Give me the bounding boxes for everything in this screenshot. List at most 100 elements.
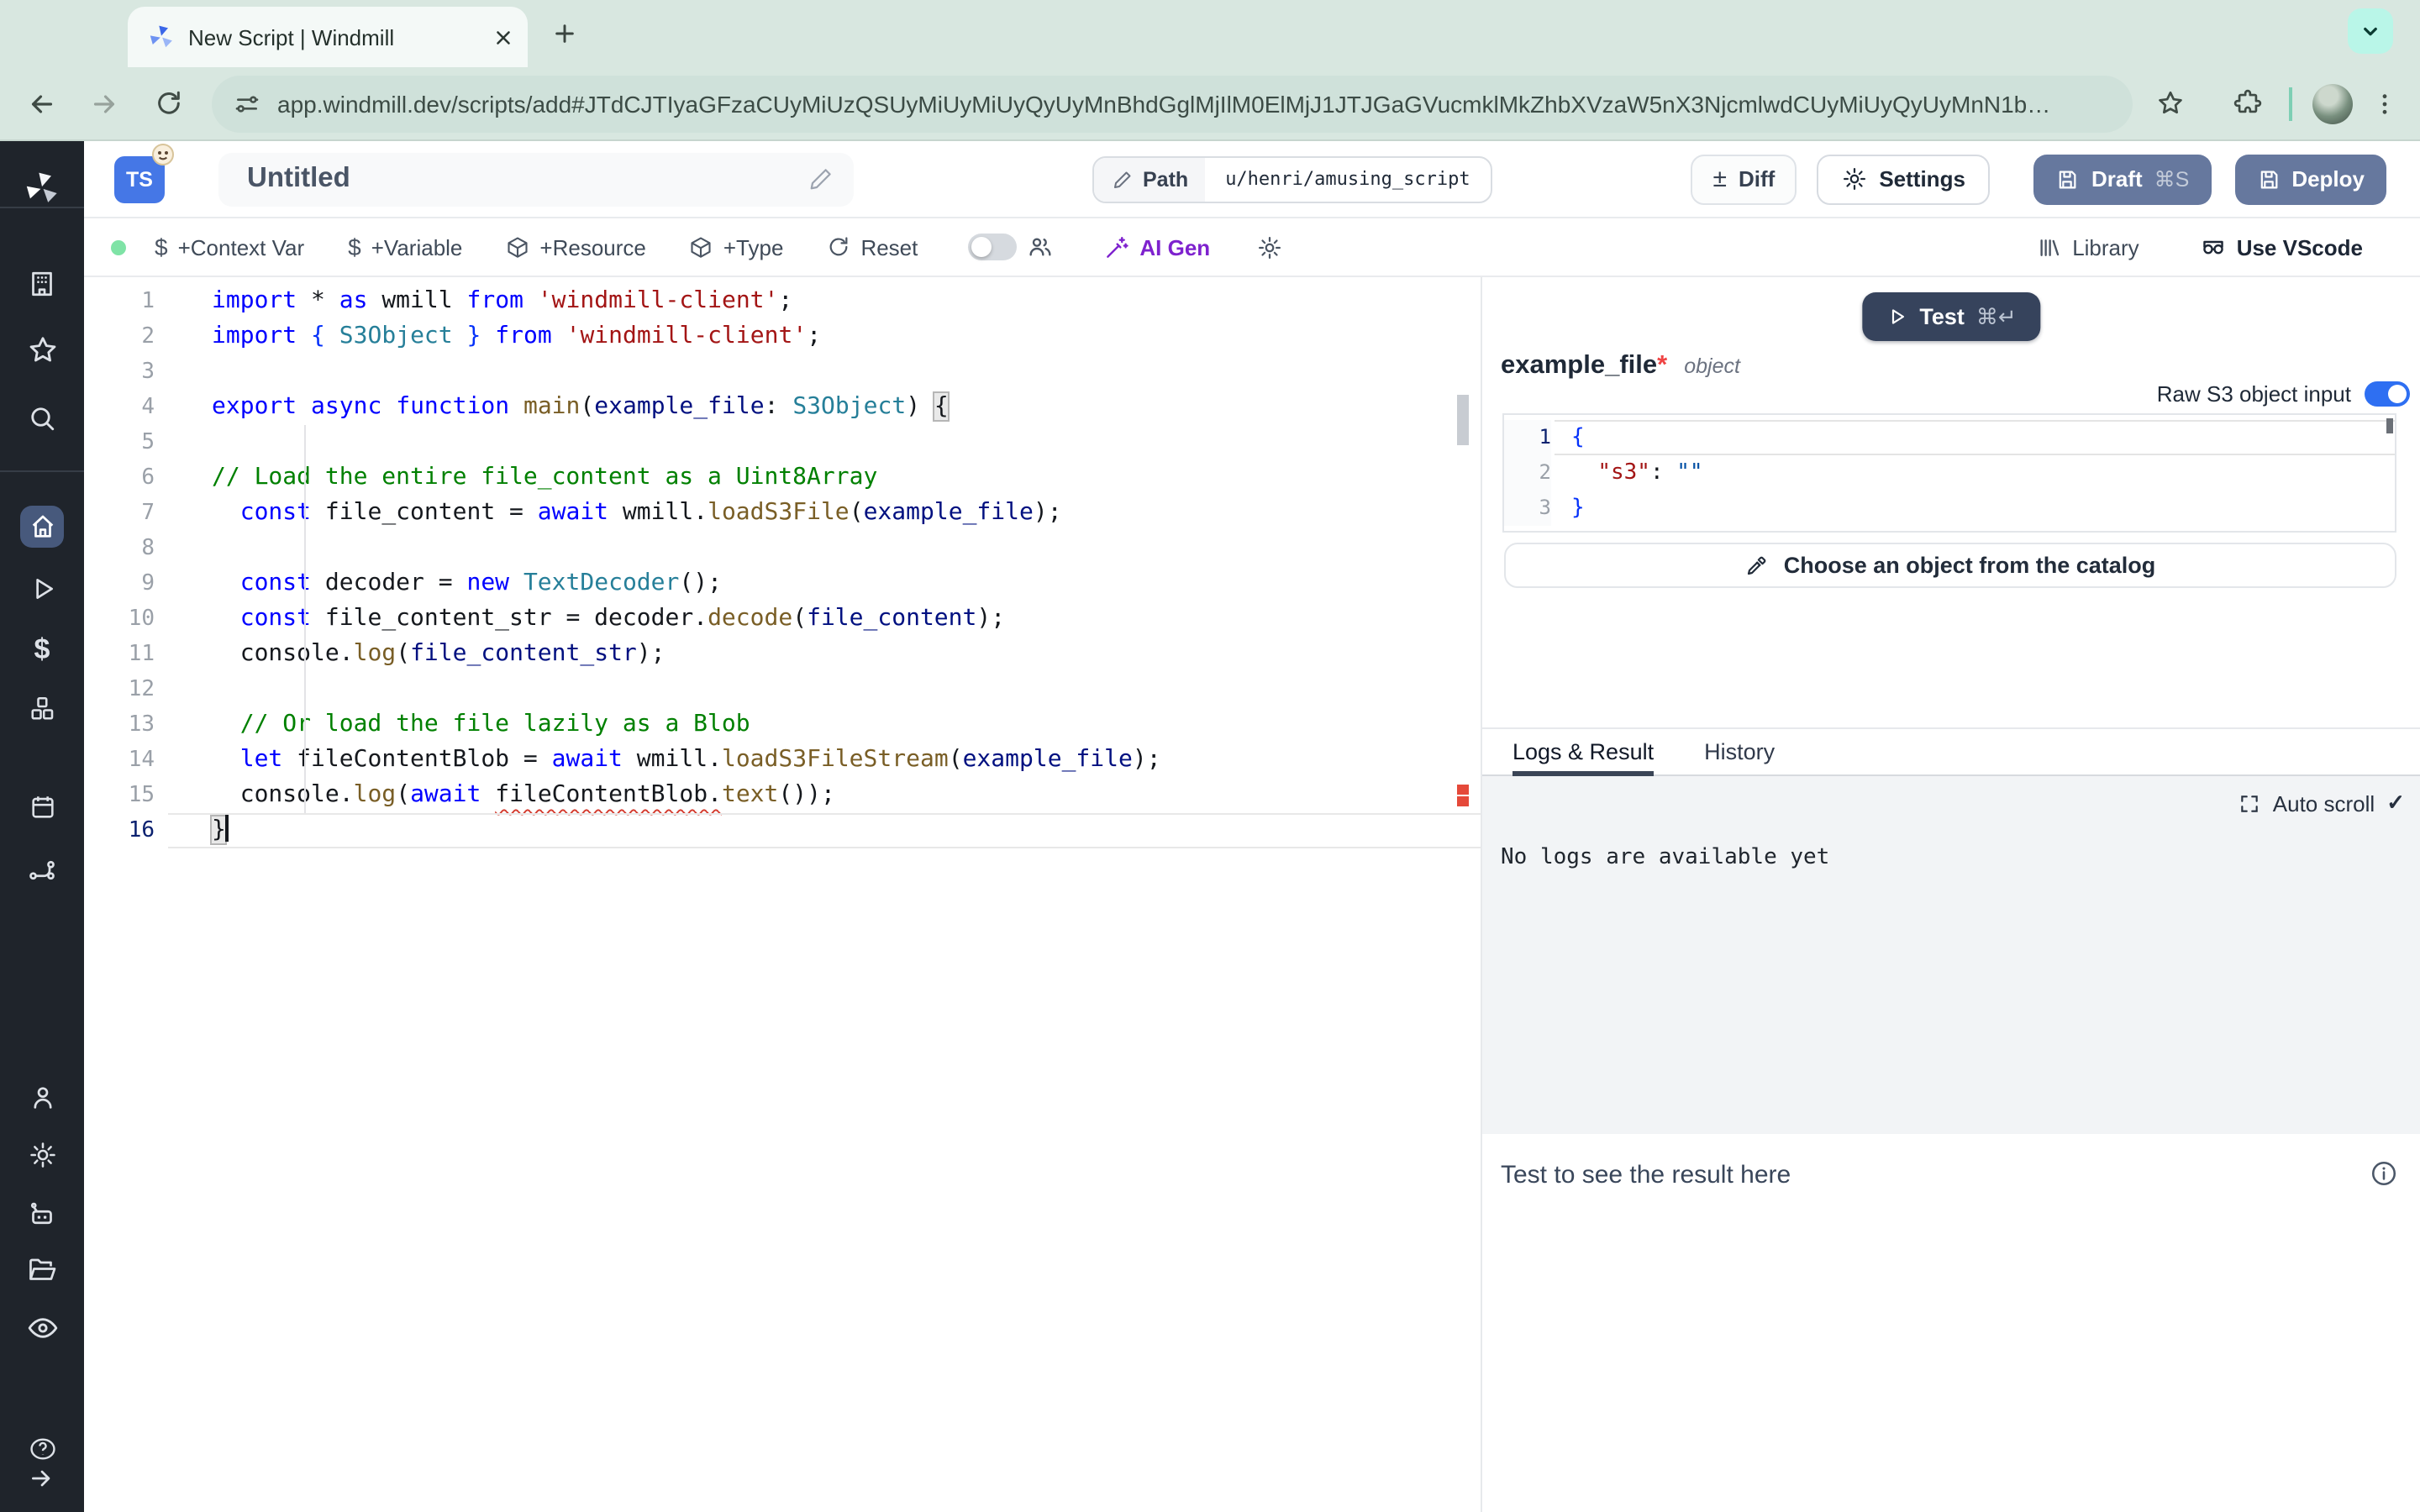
add-context-var-button[interactable]: $ +Context Var	[155, 234, 304, 260]
url-toolbar: app.windmill.dev/scripts/add#JTdCJTIyaGF…	[0, 67, 2420, 139]
ai-gen-button[interactable]: AI Gen	[1104, 234, 1210, 260]
sidebar-item-users[interactable]	[0, 1084, 84, 1112]
code-line[interactable]: 2 "s3": ""	[1504, 455, 2395, 491]
search-icon	[27, 403, 57, 433]
test-button[interactable]: Test ⌘↵	[1862, 292, 2039, 341]
sidebar-item-search[interactable]	[0, 403, 84, 433]
emoji-badge-icon	[151, 142, 175, 165]
multiplayer-toggle[interactable]	[968, 234, 1054, 260]
code-line[interactable]: 13 // Or load the file lazily as a Blob	[84, 707, 1481, 743]
choose-object-button[interactable]: Choose an object from the catalog	[1504, 543, 2396, 588]
add-variable-button[interactable]: $ +Variable	[348, 234, 462, 260]
sidebar-item-folders[interactable]	[0, 1255, 84, 1285]
close-tab-icon[interactable]	[492, 26, 514, 48]
add-resource-button[interactable]: +Resource	[506, 234, 645, 260]
sidebar-item-resources[interactable]	[0, 694, 84, 724]
sidebar-item-favorites[interactable]	[0, 334, 84, 366]
code-line[interactable]: 11 console.log(file_content_str);	[84, 637, 1481, 672]
code-line[interactable]: 16}	[84, 813, 1481, 848]
code-line[interactable]: 3	[84, 354, 1481, 390]
reload-icon[interactable]	[155, 89, 183, 118]
code-line[interactable]: 1{	[1504, 420, 2395, 455]
sidebar-item-runs[interactable]	[0, 575, 84, 603]
site-info-icon[interactable]	[234, 90, 260, 117]
forward-icon[interactable]	[89, 88, 119, 118]
sidebar-item-audit-logs[interactable]	[0, 1312, 84, 1344]
extensions-puzzle-icon[interactable]	[2233, 89, 2262, 118]
raw-s3-toggle-on[interactable]	[2365, 381, 2410, 407]
package-icon	[690, 235, 713, 259]
code-line[interactable]: 7 const file_content = await wmill.loadS…	[84, 496, 1481, 531]
calendar-icon	[28, 793, 56, 822]
sidebar-item-variables[interactable]: $	[0, 633, 84, 667]
sidebar-item-workspace[interactable]	[0, 269, 84, 299]
code-line[interactable]: 5	[84, 425, 1481, 460]
draft-button[interactable]: Draft ⌘S	[2034, 154, 2211, 204]
sidebar-item-schedules[interactable]	[0, 793, 84, 822]
line-number: 16	[84, 813, 155, 848]
star-icon	[26, 334, 58, 366]
bookmark-star-icon[interactable]	[2156, 89, 2185, 118]
line-number: 2	[1504, 455, 1551, 491]
tab-history[interactable]: History	[1704, 729, 1775, 774]
args-section: Test ⌘↵ example_file * object Raw S3 obj…	[1482, 277, 2420, 727]
line-number: 13	[84, 707, 155, 743]
code-line[interactable]: 15 console.log(await fileContentBlob.tex…	[84, 778, 1481, 813]
windmill-logo[interactable]	[0, 170, 84, 207]
line-number: 8	[84, 531, 155, 566]
diff-button[interactable]: ± Diff	[1691, 154, 1797, 204]
sidebar-item-settings[interactable]	[0, 1141, 84, 1169]
browser-tab[interactable]: New Script | Windmill	[128, 7, 528, 67]
back-icon[interactable]	[27, 88, 57, 118]
code-line[interactable]: 6// Load the entire file_content as a Ui…	[84, 460, 1481, 496]
gear-icon	[1257, 234, 1282, 260]
code-line[interactable]: 4export async function main(example_file…	[84, 390, 1481, 425]
sidebar-item-flows[interactable]	[0, 855, 84, 885]
code-line[interactable]: 3}	[1504, 491, 2395, 526]
settings-button[interactable]: Settings	[1817, 154, 1991, 204]
library-button[interactable]: Library	[2037, 234, 2139, 260]
deploy-button[interactable]: Deploy	[2234, 154, 2386, 204]
sidebar-item-workers[interactable]	[0, 1200, 84, 1230]
code-line[interactable]: 2import { S3Object } from 'windmill-clie…	[84, 319, 1481, 354]
result-panel: Test to see the result here	[1482, 1134, 2420, 1512]
profile-avatar[interactable]	[2312, 83, 2353, 123]
info-icon[interactable]	[2370, 1159, 2398, 1188]
line-number: 14	[84, 743, 155, 778]
script-title-input[interactable]: Untitled	[218, 152, 854, 206]
code-lines: 1import * as wmill from 'windmill-client…	[84, 284, 1481, 848]
code-line[interactable]: 12	[84, 672, 1481, 707]
reset-button[interactable]: Reset	[827, 234, 918, 260]
sidebar-item-home[interactable]	[0, 512, 84, 541]
line-number: 1	[84, 284, 155, 319]
tab-search-button[interactable]	[2348, 8, 2393, 54]
use-vscode-button[interactable]: Use VScode	[2200, 234, 2363, 260]
editor-settings-button[interactable]	[1257, 234, 1282, 260]
browser-menu-icon[interactable]	[2371, 90, 2398, 117]
code-line[interactable]: 10 const file_content_str = decoder.deco…	[84, 601, 1481, 637]
edit-title-pencil-icon[interactable]	[808, 166, 834, 192]
toggle-off[interactable]	[968, 234, 1017, 260]
eye-icon	[26, 1312, 58, 1344]
sidebar-item-help[interactable]	[0, 1435, 84, 1463]
auto-scroll-control[interactable]: Auto scroll ✓	[2239, 790, 2405, 816]
code-line[interactable]: 1import * as wmill from 'windmill-client…	[84, 284, 1481, 319]
path-field[interactable]: Path u/henri/amusing_script	[1092, 155, 1492, 202]
args-json-editor[interactable]: 1{2 "s3": ""3}	[1502, 413, 2396, 533]
play-icon	[1886, 306, 1907, 328]
code-line[interactable]: 8	[84, 531, 1481, 566]
dollar-icon: $	[348, 234, 361, 260]
code-line[interactable]: 14 let fileContentBlob = await wmill.loa…	[84, 743, 1481, 778]
add-type-button[interactable]: +Type	[690, 234, 784, 260]
tab-logs-result[interactable]: Logs & Result	[1512, 729, 1654, 774]
editor-scrollbar-thumb[interactable]	[1457, 395, 1469, 445]
robot-icon	[27, 1200, 57, 1230]
line-number: 7	[84, 496, 155, 531]
address-bar[interactable]: app.windmill.dev/scripts/add#JTdCJTIyaGF…	[212, 75, 2133, 132]
ai-gen-label: AI Gen	[1139, 234, 1210, 260]
code-line[interactable]: 9 const decoder = new TextDecoder();	[84, 566, 1481, 601]
pipette-icon	[1745, 553, 1770, 578]
expand-sidebar-icon[interactable]	[0, 1465, 84, 1492]
new-tab-icon[interactable]	[551, 20, 578, 47]
code-editor[interactable]: 1import * as wmill from 'windmill-client…	[84, 277, 1481, 1512]
